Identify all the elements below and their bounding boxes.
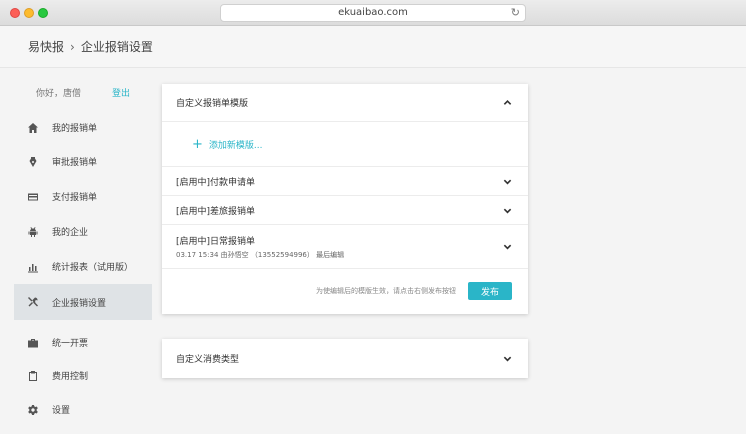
home-icon [26,121,40,135]
close-window-button[interactable] [10,8,20,18]
sidebar-item-label: 企业报销设置 [52,298,107,309]
clipboard-icon [26,369,40,383]
sidebar-item-approve-reports[interactable]: 审批报销单 [14,145,152,178]
sidebar-item-label: 设置 [52,406,71,416]
page-title: 企业报销设置 [80,40,153,54]
publish-row: 为使编辑后的模版生效，请点击右侧发布按钮 发布 [162,269,528,313]
chevron-down-icon[interactable] [502,176,512,186]
sidebar-item-settings[interactable]: 设置 [14,393,152,426]
template-row-daily-report[interactable]: [启用中]日常报销单 03.17 15:34 由孙悟空 （13552594996… [162,225,528,269]
briefcase-icon [26,336,40,350]
template-row-travel-report[interactable]: [启用中]差旅报销单 [162,196,528,225]
plus-icon: + [192,136,203,152]
credit-card-icon [26,190,40,204]
sidebar: 你好，唐僧 登出 我的报销单 审批报销单 支付报销单 我的企业 统计报表（试用版… [14,68,152,434]
chevron-down-icon[interactable] [502,242,512,252]
breadcrumb-brand[interactable]: 易快报 [28,40,64,54]
sidebar-item-company-settings[interactable]: 企业报销设置 [14,284,152,320]
template-name: [启用中]差旅报销单 [176,206,256,217]
address-bar[interactable]: ekuaibao.com ↻ [220,4,526,22]
url-text: ekuaibao.com [338,7,408,18]
breadcrumb: 易快报 › 企业报销设置 [0,26,746,68]
sidebar-item-unified-invoicing[interactable]: 统一开票 [14,326,152,359]
sidebar-item-label: 支付报销单 [52,193,98,203]
sidebar-item-label: 统一开票 [52,339,89,349]
robot-icon [26,225,40,239]
add-template-label: 添加新模版... [208,140,263,151]
card-title: 自定义报销单模版 [176,99,249,109]
template-edit-meta: 03.17 15:34 由孙悟空 （13552594996） 最后编辑 [176,250,345,259]
expense-type-header[interactable]: 自定义消费类型 [162,339,528,378]
chevron-down-icon[interactable] [502,205,512,215]
gear-icon [26,403,40,417]
pen-nib-icon [26,155,40,169]
sidebar-item-statistics[interactable]: 统计报表（试用版） [14,250,152,283]
tools-icon [26,295,40,309]
publish-hint: 为使编辑后的模版生效，请点击右侧发布按钮 [316,287,456,295]
sidebar-item-my-reports[interactable]: 我的报销单 [14,111,152,144]
sidebar-item-my-company[interactable]: 我的企业 [14,215,152,248]
card-title: 自定义消费类型 [176,355,240,365]
add-template-button[interactable]: + 添加新模版... [162,122,528,167]
bar-chart-icon [26,260,40,274]
sidebar-item-label: 费用控制 [52,372,89,382]
sidebar-item-pay-reports[interactable]: 支付报销单 [14,180,152,213]
sidebar-item-expense-control[interactable]: 费用控制 [14,359,152,392]
user-greeting: 你好，唐僧 [36,89,82,99]
template-name: [启用中]日常报销单 [176,236,256,247]
maximize-window-button[interactable] [38,8,48,18]
sidebar-item-label: 我的企业 [52,228,89,238]
report-template-card: 自定义报销单模版 + 添加新模版... [启用中]付款申请单 [启用中]差旅报销… [162,84,528,314]
chevron-down-icon[interactable] [502,354,512,364]
breadcrumb-separator: › [70,40,75,54]
sidebar-item-label: 统计报表（试用版） [52,263,134,273]
sidebar-item-label: 审批报销单 [52,158,98,168]
chevron-up-icon[interactable] [502,98,512,108]
publish-button[interactable]: 发布 [468,282,512,300]
browser-chrome: ekuaibao.com ↻ [0,0,746,26]
reload-icon[interactable]: ↻ [511,5,520,21]
template-name: [启用中]付款申请单 [176,177,256,188]
sidebar-item-label: 我的报销单 [52,124,98,134]
expense-type-card: 自定义消费类型 [162,339,528,378]
minimize-window-button[interactable] [24,8,34,18]
template-row-payment-request[interactable]: [启用中]付款申请单 [162,167,528,196]
logout-link[interactable]: 登出 [112,86,130,99]
report-template-header[interactable]: 自定义报销单模版 [162,84,528,122]
